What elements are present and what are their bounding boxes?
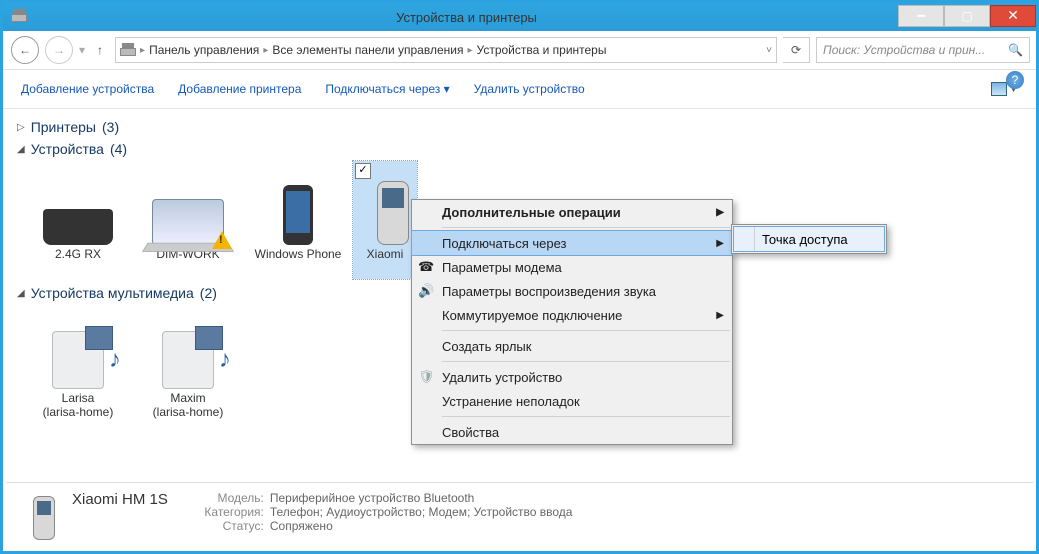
crumb-1[interactable]: Все элементы панели управления — [272, 43, 463, 57]
device-item[interactable]: Windows Phone — [243, 161, 353, 279]
help-button[interactable]: ? — [1006, 71, 1024, 89]
location-icon — [120, 43, 136, 57]
device-item-selected[interactable]: ✓ Xiaomi — [353, 161, 417, 279]
menu-separator — [442, 361, 730, 362]
search-icon: 🔍 — [1008, 43, 1023, 57]
crumb-2[interactable]: Устройства и принтеры — [477, 43, 607, 57]
window-root: Устройства и принтеры ━ ▢ ✕ ← → ▾ ↑ ▸ Па… — [0, 0, 1039, 554]
details-device-icon — [33, 496, 55, 540]
back-button[interactable]: ← — [11, 36, 39, 64]
forward-button[interactable]: → — [45, 36, 73, 64]
up-button[interactable]: ↑ — [91, 43, 109, 57]
refresh-button[interactable]: ⟳ — [783, 37, 810, 63]
cellphone-icon — [377, 181, 409, 245]
window-buttons: ━ ▢ ✕ — [898, 5, 1036, 27]
command-bar: Добавление устройства Добавление принтер… — [3, 70, 1036, 109]
menu-additional[interactable]: Дополнительные операции▶ — [412, 200, 732, 224]
titlebar: Устройства и принтеры ━ ▢ ✕ — [3, 3, 1036, 31]
device-item[interactable]: 2.4G RX — [23, 161, 133, 279]
address-bar: ← → ▾ ↑ ▸ Панель управления ▸ Все элемен… — [3, 31, 1036, 70]
caret-down-icon: ◢ — [17, 288, 25, 299]
location-dropdown[interactable]: ˅ — [766, 45, 772, 56]
search-placeholder: Поиск: Устройства и прин... — [823, 43, 985, 57]
group-printers-header[interactable]: ▷ Принтеры (3) — [17, 119, 1026, 135]
details-model-label: Модель: — [192, 491, 264, 505]
menu-audio-params[interactable]: 🔊 Параметры воспроизведения звука — [412, 279, 732, 303]
printer-titlebar-icon — [11, 9, 27, 25]
menu-properties[interactable]: Свойства — [412, 420, 732, 444]
menu-troubleshoot[interactable]: Устранение неполадок — [412, 389, 732, 413]
caret-down-icon: ◢ — [17, 144, 25, 155]
add-device-button[interactable]: Добавление устройства — [21, 82, 154, 96]
smartphone-icon — [283, 185, 313, 245]
device-item[interactable]: Larisa (larisa-home) — [23, 305, 133, 419]
context-menu: Дополнительные операции▶ Подключаться че… — [411, 199, 733, 445]
device-label: Xiaomi — [353, 247, 417, 261]
details-category-label: Категория: — [192, 505, 264, 519]
group-devices-header[interactable]: ◢ Устройства (4) — [17, 141, 1026, 157]
submenu-arrow-icon: ▶ — [716, 310, 724, 321]
details-name: Xiaomi HM 1S — [72, 491, 168, 508]
device-sublabel: (larisa-home) — [133, 405, 243, 419]
device-label: Maxim — [133, 391, 243, 405]
submenu-access-point[interactable]: Точка доступа — [733, 226, 885, 252]
shield-icon: 🛡 — [418, 369, 434, 385]
media-server-icon — [52, 331, 104, 389]
menu-separator — [442, 227, 730, 228]
group-media-count: (2) — [200, 285, 217, 301]
search-input[interactable]: Поиск: Устройства и прин... 🔍 — [816, 37, 1030, 63]
chevron-right-icon: ▸ — [467, 45, 472, 56]
chevron-right-icon: ▸ — [140, 45, 145, 56]
speaker-icon: 🔊 — [418, 283, 434, 299]
breadcrumb-bar[interactable]: ▸ Панель управления ▸ Все элементы панел… — [115, 37, 777, 63]
add-printer-button[interactable]: Добавление принтера — [178, 82, 301, 96]
group-printers-title: Принтеры — [31, 119, 96, 135]
device-label: Windows Phone — [243, 247, 353, 261]
caret-right-icon: ▷ — [17, 122, 25, 133]
device-label: Larisa — [23, 391, 133, 405]
details-pane: Xiaomi HM 1S Модель: Периферийное устройс… — [6, 482, 1033, 548]
submenu-gutter — [754, 227, 755, 251]
submenu-arrow-icon: ▶ — [716, 238, 724, 249]
device-sublabel: (larisa-home) — [23, 405, 133, 419]
group-devices-title: Устройства — [31, 141, 104, 157]
close-button[interactable]: ✕ — [990, 5, 1036, 27]
group-devices-count: (4) — [110, 141, 127, 157]
menu-create-shortcut[interactable]: Создать ярлык — [412, 334, 732, 358]
menu-remove-device[interactable]: 🛡 Удалить устройство — [412, 365, 732, 389]
details-status: Сопряжено — [270, 519, 333, 533]
remove-device-button[interactable]: Удалить устройство — [474, 82, 585, 96]
menu-connect-via[interactable]: Подключаться через▶ — [411, 230, 733, 256]
menu-dialup[interactable]: Коммутируемое подключение▶ — [412, 303, 732, 327]
recent-drop[interactable]: ▾ — [79, 43, 85, 57]
keyboard-icon — [43, 209, 113, 245]
connect-via-button[interactable]: Подключаться через ▾ — [325, 82, 449, 96]
submenu-arrow-icon: ▶ — [716, 207, 724, 218]
menu-separator — [442, 330, 730, 331]
group-media-title: Устройства мультимедиа — [31, 285, 194, 301]
context-submenu: Точка доступа — [731, 224, 887, 254]
device-label: 2.4G RX — [23, 247, 133, 261]
device-item[interactable]: Maxim (larisa-home) — [133, 305, 243, 419]
details-status-label: Статус: — [192, 519, 264, 533]
device-item[interactable]: DIM-WORK — [133, 161, 243, 279]
menu-modem-params[interactable]: ☎ Параметры модема — [412, 255, 732, 279]
window-title: Устройства и принтеры — [35, 10, 898, 25]
minimize-button[interactable]: ━ — [898, 5, 944, 27]
chevron-right-icon: ▸ — [263, 45, 268, 56]
group-printers-count: (3) — [102, 119, 119, 135]
maximize-button[interactable]: ▢ — [944, 5, 990, 27]
menu-separator — [442, 416, 730, 417]
details-model: Периферийное устройство Bluetooth — [270, 491, 474, 505]
details-category: Телефон; Аудиоустройство; Модем; Устройс… — [270, 505, 573, 519]
media-server-icon — [162, 331, 214, 389]
crumb-0[interactable]: Панель управления — [149, 43, 259, 57]
warning-icon — [212, 231, 232, 249]
modem-icon: ☎ — [418, 259, 434, 275]
